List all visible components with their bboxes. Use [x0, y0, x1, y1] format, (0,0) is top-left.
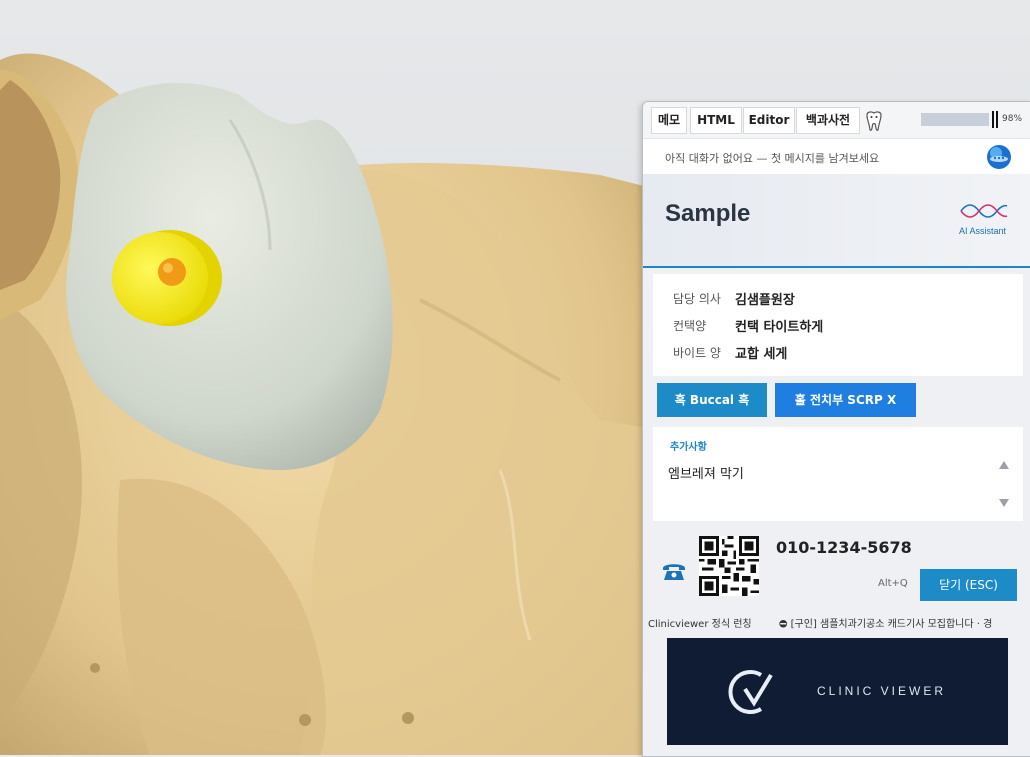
extra-notes-text: 엠브레져 막기	[668, 467, 744, 482]
dna-icon	[960, 204, 1008, 218]
tab-bar: 메모 HTML Editor 백과사전 98%	[643, 102, 1030, 138]
tag-chip-scrp[interactable]: 홀 전치부 SCRP X	[775, 383, 916, 417]
info-label: 담당 의사	[673, 292, 721, 306]
footer-ticker-text: [구인] 샘플치과기공소 캐드기사 모집합니다 · 경	[790, 619, 993, 630]
tab-html[interactable]: HTML	[690, 107, 742, 134]
qr-code	[699, 536, 759, 596]
progress-fill	[921, 113, 988, 126]
pin-icon: ⛔︎	[779, 619, 788, 630]
info-label: 바이트 양	[673, 346, 721, 360]
extra-notes-title: 추가사항	[670, 442, 707, 453]
info-row-doctor: 담당 의사 김샘플원장	[653, 288, 1023, 308]
ai-assistant-label: AI Assistant	[959, 226, 1007, 236]
scroll-down-arrow[interactable]	[999, 499, 1009, 507]
case-info: 담당 의사 김샘플원장 컨택양 컨택 타이트하게 바이트 양 교합 세게	[653, 274, 1023, 376]
footer-announcement[interactable]: Clinicviewer 정식 런칭	[648, 615, 752, 630]
info-row-contact: 컨택양 컨택 타이트하게	[653, 315, 1023, 335]
chat-hint: 아직 대화가 없어요 — 첫 메시지를 남겨보세요	[665, 152, 880, 165]
info-value: 김샘플원장	[735, 293, 795, 308]
tab-editor[interactable]: Editor	[743, 107, 795, 134]
tab-memo[interactable]: 메모	[651, 107, 687, 134]
close-button[interactable]: 닫기 (ESC)	[920, 569, 1017, 601]
info-value: 컨택 타이트하게	[735, 320, 824, 335]
progress-text: 98%	[1002, 114, 1023, 124]
phone-number: 010-1234-5678	[776, 538, 912, 557]
scroll-up-arrow[interactable]	[999, 461, 1009, 469]
info-value: 교합 세게	[735, 347, 788, 362]
assistant-orb-icon[interactable]	[986, 144, 1012, 170]
tag-chip-buccal[interactable]: 흑 Buccal 흑	[657, 383, 767, 417]
progress-bar	[921, 113, 989, 126]
chat-bar[interactable]: 아직 대화가 없어요 — 첫 메시지를 남겨보세요	[643, 138, 1030, 176]
tab-encyclopedia[interactable]: 백과사전	[796, 107, 860, 134]
phone-icon[interactable]	[661, 560, 687, 582]
progress-marker	[992, 111, 998, 128]
page-title: Sample	[665, 200, 751, 227]
clinic-side-panel: 메모 HTML Editor 백과사전 98% 아직 대화가 없어요 — 첫 메…	[642, 101, 1030, 757]
panel-header: Sample AI Assistant	[643, 174, 1030, 268]
shortcut-hint: Alt+Q	[878, 578, 908, 589]
tooth-icon[interactable]	[864, 110, 884, 132]
info-label: 컨택양	[673, 319, 707, 333]
banner-text: CLINIC VIEWER	[817, 684, 947, 698]
clinicviewer-logo	[728, 670, 773, 714]
clinicviewer-banner[interactable]: CLINIC VIEWER	[667, 638, 1008, 745]
footer-ticker[interactable]: ⛔︎ [구인] 샘플치과기공소 캐드기사 모집합니다 · 경	[779, 615, 1030, 630]
extra-notes[interactable]: 추가사항 엠브레져 막기	[653, 427, 1023, 521]
info-row-bite: 바이트 양 교합 세게	[653, 342, 1023, 362]
